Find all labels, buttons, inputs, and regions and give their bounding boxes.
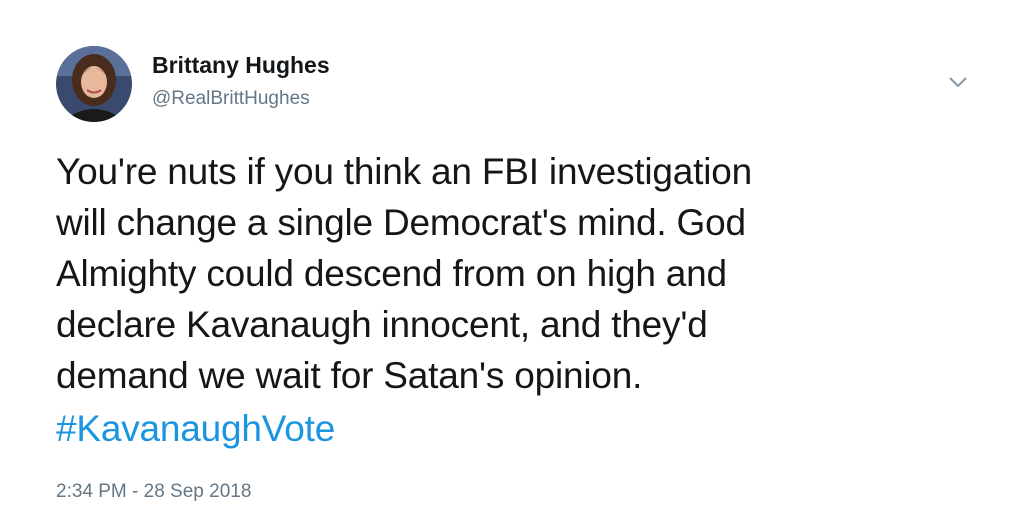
display-name[interactable]: Brittany Hughes <box>152 52 330 79</box>
tweet-text-line: Almighty could descend from on high and <box>56 253 727 294</box>
avatar[interactable] <box>56 46 132 122</box>
avatar-image <box>56 46 132 122</box>
tweet-card: Brittany Hughes @RealBrittHughes You're … <box>0 0 1024 521</box>
tweet-text-line: demand we wait for Satan's opinion. <box>56 355 643 396</box>
hashtag-link[interactable]: #KavanaughVote <box>56 403 335 454</box>
tweet-text-line: You're nuts if you think an FBI investig… <box>56 151 753 192</box>
chevron-down-icon[interactable] <box>944 70 972 94</box>
tweet-text: You're nuts if you think an FBI investig… <box>56 146 976 401</box>
user-handle[interactable]: @RealBrittHughes <box>152 88 310 110</box>
tweet-timestamp[interactable]: 2:34 PM - 28 Sep 2018 <box>56 481 251 503</box>
tweet-text-line: declare Kavanaugh innocent, and they'd <box>56 304 708 345</box>
tweet-text-line: will change a single Democrat's mind. Go… <box>56 202 746 243</box>
